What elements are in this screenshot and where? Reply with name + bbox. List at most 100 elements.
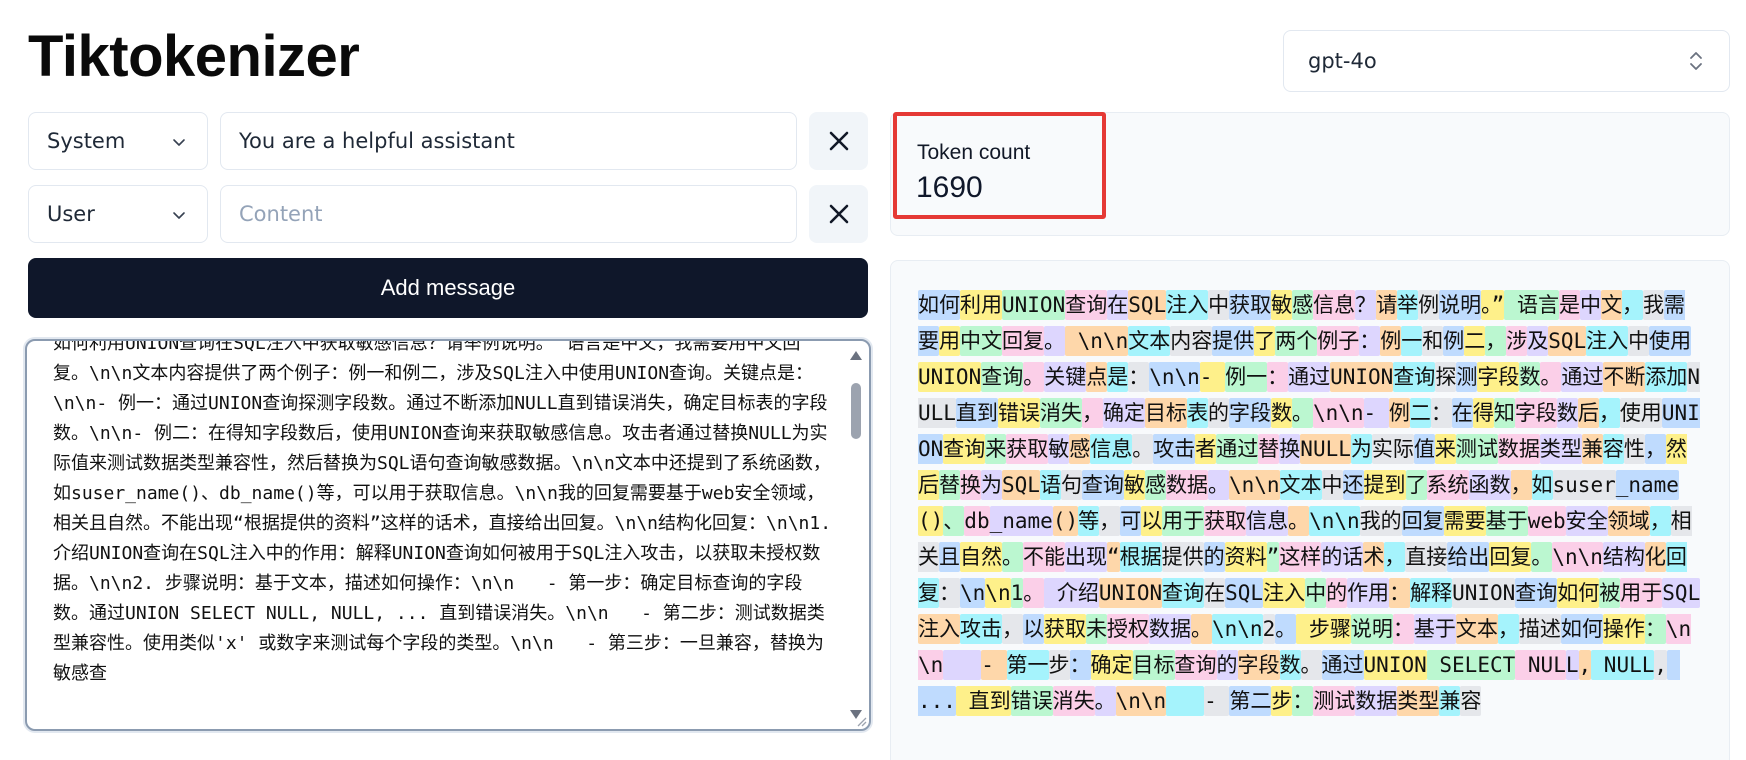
token: 了 (1254, 326, 1276, 356)
token: NUL (1515, 650, 1566, 680)
role-select-value: System (47, 129, 126, 153)
token: \n\n (1149, 362, 1200, 392)
role-select[interactable]: User (28, 185, 208, 243)
token: 请 (1376, 290, 1398, 320)
resize-grip-icon[interactable] (853, 713, 867, 727)
token: 兼 (1439, 686, 1461, 716)
token: 兼 (1581, 434, 1603, 464)
scroll-up-arrow-icon[interactable] (850, 351, 862, 360)
token: 添加 (1645, 362, 1688, 392)
token: 为 (981, 470, 1002, 500)
token: 是 (1558, 290, 1580, 320)
raw-text-area[interactable]: 如何利用UNION查询在SQL注入中获取敏感信息？请举例说明。” 语言是中文，我… (25, 339, 871, 731)
token: 容 (1460, 686, 1482, 716)
token: \n\n (1065, 326, 1129, 356)
token: ： (1392, 614, 1414, 644)
token: 的 (1326, 578, 1348, 608)
token: 换 (960, 470, 981, 500)
add-message-button[interactable]: Add message (28, 258, 868, 318)
message-content-input[interactable] (220, 112, 797, 170)
token: 注入 (1586, 326, 1629, 356)
token: 和 (1422, 326, 1444, 356)
token: 如 (1531, 470, 1553, 500)
token: db (964, 506, 990, 536)
token: 中 (1321, 470, 1343, 500)
token: 1 (1010, 578, 1024, 608)
token: 回复 (1401, 506, 1444, 536)
token: 系统 (1426, 470, 1469, 500)
token: 步骤 (1296, 614, 1351, 644)
token: 及 (1527, 326, 1549, 356)
token: 换 (1279, 434, 1301, 464)
token: 例 (1388, 398, 1410, 428)
token: ， (1510, 470, 1532, 500)
remove-message-button[interactable] (809, 185, 868, 243)
token: 。 (1531, 542, 1553, 572)
token: 。 (1132, 434, 1154, 464)
token: 敏 (1123, 470, 1145, 500)
token: \n\n (1228, 470, 1280, 500)
token: 目标 (1144, 398, 1187, 428)
token: ： (1430, 398, 1452, 428)
token: NULL (1300, 434, 1351, 464)
token: ： (1128, 362, 1150, 392)
token: 被 (1599, 578, 1621, 608)
message-content-input[interactable] (220, 185, 797, 243)
token: 知 (1493, 398, 1515, 428)
token: 说明 (1350, 614, 1393, 644)
token: ： (1069, 650, 1091, 680)
token: ： (1359, 326, 1381, 356)
token: 类型 (1539, 434, 1582, 464)
scrollbar-thumb[interactable] (851, 383, 861, 439)
token (943, 650, 982, 680)
token: 。 (1288, 506, 1310, 536)
token: 。 (1275, 614, 1297, 644)
updown-chevron-icon (1690, 52, 1702, 70)
token: 的 (1216, 650, 1238, 680)
token: 数 (1279, 650, 1301, 680)
token: 未 (1086, 614, 1107, 644)
token: 提供 (1161, 542, 1204, 572)
token: 介绍 (1044, 578, 1099, 608)
token: 类型 (1397, 686, 1440, 716)
scrollbar[interactable] (849, 349, 863, 721)
token: 数据 (1355, 686, 1398, 716)
token: 2 (1262, 614, 1276, 644)
token: 需要 (1443, 506, 1486, 536)
role-select[interactable]: System (28, 112, 208, 170)
model-select[interactable]: gpt-4o (1283, 30, 1730, 92)
token: 。 (1023, 578, 1045, 608)
token: 、 (943, 506, 965, 536)
close-icon (829, 204, 848, 224)
token: 消失 (1052, 686, 1095, 716)
raw-text-content: 如何利用UNION查询在SQL注入中获取敏感信息？请举例说明。” 语言是中文，我… (53, 339, 842, 684)
token: ， (1649, 506, 1671, 536)
token: 以 (1023, 614, 1044, 644)
token: 数 (1270, 398, 1292, 428)
token: 回复 (1489, 542, 1532, 572)
token: 基于 (1413, 614, 1456, 644)
token: 为 (1350, 434, 1372, 464)
remove-message-button[interactable] (809, 112, 868, 170)
token: 通过 (1216, 434, 1259, 464)
token: 结构 (1602, 542, 1645, 572)
token: 中文 (960, 326, 1002, 356)
token: 自然 (960, 542, 1002, 572)
token: 提到 (1363, 470, 1406, 500)
token: 。 (1094, 686, 1116, 716)
token: 替 (1258, 434, 1280, 464)
token: 用于 (1620, 578, 1663, 608)
token: 查询 (1515, 578, 1558, 608)
token: ： (1644, 614, 1666, 644)
token: 感 (1144, 470, 1166, 500)
token: 安全 (1565, 506, 1608, 536)
token: 一 (1401, 326, 1423, 356)
token: 如何 (918, 290, 960, 320)
chevron-down-icon (173, 212, 185, 219)
token: 后 (1577, 398, 1599, 428)
token: 文本 (1279, 470, 1322, 500)
token: - (1204, 686, 1230, 716)
token: 回复 (1002, 326, 1044, 356)
token: 句 (1060, 470, 1082, 500)
token: 注入 (918, 614, 960, 644)
